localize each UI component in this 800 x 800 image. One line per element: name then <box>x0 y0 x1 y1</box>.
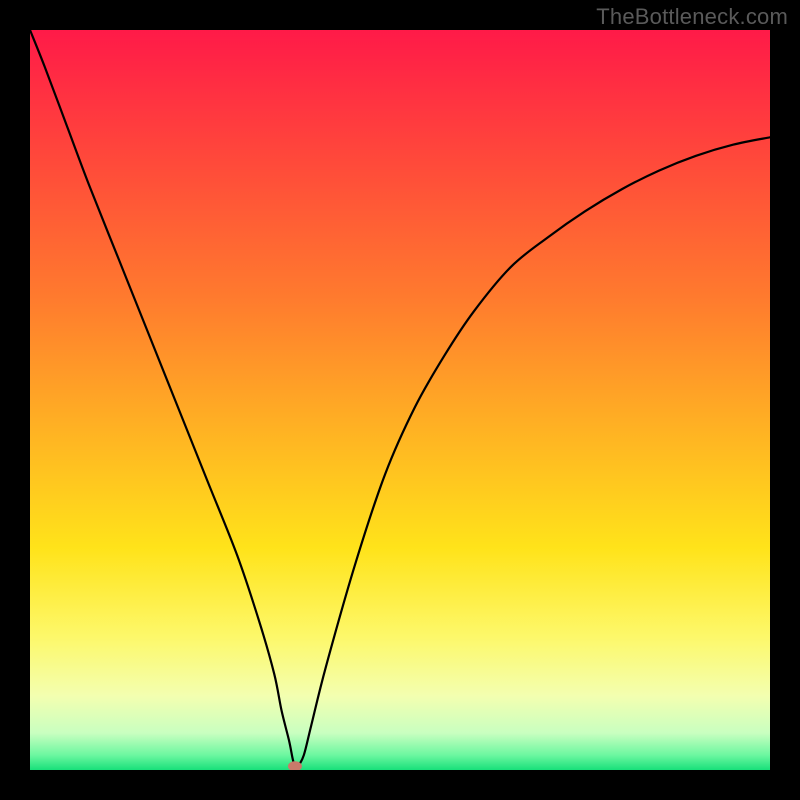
watermark-text: TheBottleneck.com <box>596 4 788 30</box>
bottleneck-chart <box>30 30 770 770</box>
chart-frame: TheBottleneck.com <box>0 0 800 800</box>
gradient-background <box>30 30 770 770</box>
